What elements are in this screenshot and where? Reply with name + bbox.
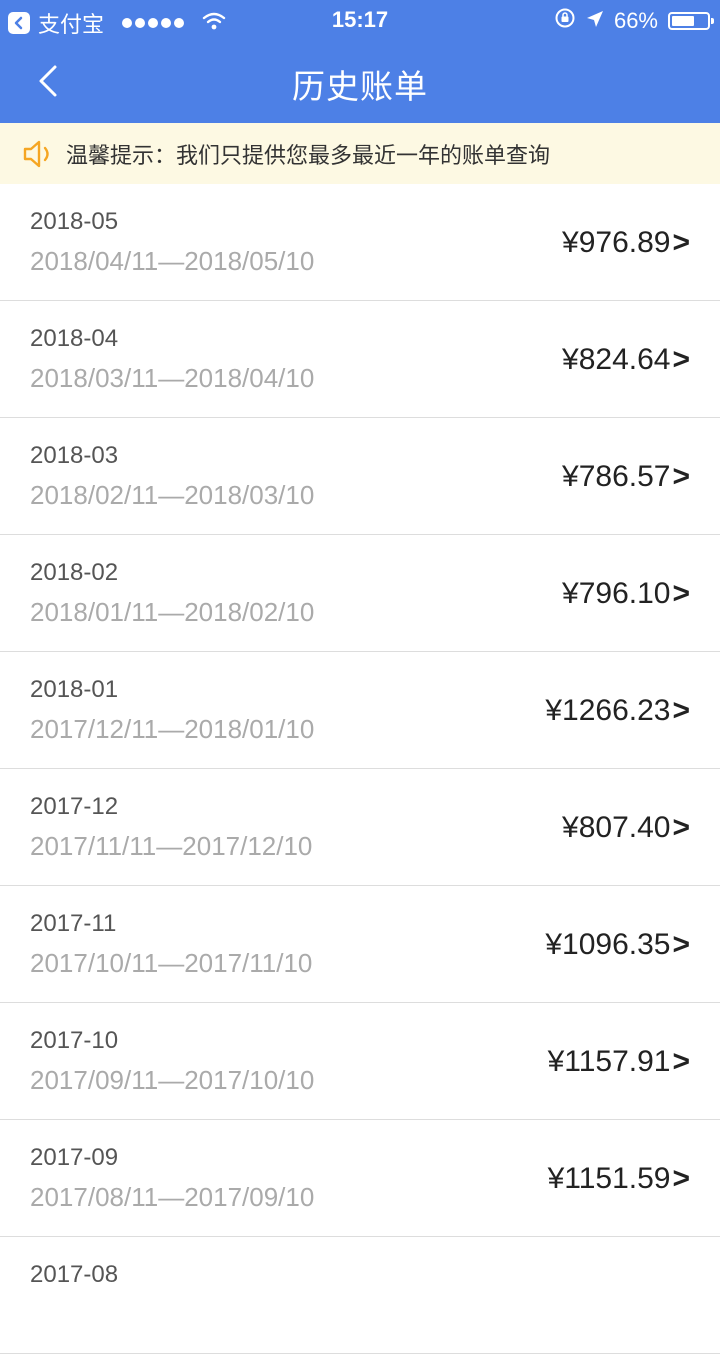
bill-month: 2018-01 <box>30 676 119 703</box>
bill-row[interactable]: 2018-03 2018/02/11—2018/03/10 ¥786.57 > <box>0 418 720 535</box>
bill-amount: ¥976.89 <box>562 226 671 259</box>
bill-row[interactable]: 2017-08 <box>0 1237 720 1354</box>
bill-row[interactable]: 2017-09 2017/08/11—2017/09/10 ¥1151.59 > <box>0 1120 720 1237</box>
chevron-right-icon: > <box>672 226 690 259</box>
bill-amount: ¥1157.91 <box>547 1045 671 1078</box>
bill-period: 2017/12/11—2018/01/10 <box>30 714 315 744</box>
status-bar: 支付宝 15:17 66% <box>0 0 720 40</box>
bill-month: 2017-11 <box>30 910 117 937</box>
bill-period: 2018/03/11—2018/04/10 <box>30 363 315 393</box>
bill-month: 2017-12 <box>30 793 119 820</box>
notice-banner: 温馨提示：我们只提供您最多最近一年的账单查询 <box>0 123 720 184</box>
bill-month: 2018-02 <box>30 559 119 586</box>
bill-list: 2018-05 2018/04/11—2018/05/10 ¥976.89 > … <box>0 184 720 1354</box>
chevron-right-icon: > <box>672 928 690 961</box>
status-right: 66% <box>554 7 714 35</box>
bill-amount: ¥1151.59 <box>547 1162 671 1195</box>
chevron-right-icon: > <box>672 460 690 493</box>
chevron-right-icon: > <box>672 1162 690 1195</box>
bill-amount-group: ¥807.40 > <box>562 811 690 845</box>
bill-amount-group: ¥1266.23 > <box>545 694 690 728</box>
bill-row[interactable]: 2018-02 2018/01/11—2018/02/10 ¥796.10 > <box>0 535 720 652</box>
chevron-right-icon: > <box>672 694 690 727</box>
speaker-icon <box>22 137 56 171</box>
bill-row[interactable]: 2018-04 2018/03/11—2018/04/10 ¥824.64 > <box>0 301 720 418</box>
chevron-right-icon: > <box>672 811 690 844</box>
notice-text: 温馨提示：我们只提供您最多最近一年的账单查询 <box>66 142 551 168</box>
bill-amount: ¥796.10 <box>562 577 671 610</box>
bill-amount-group: ¥1151.59 > <box>548 1162 690 1196</box>
bill-amount: ¥807.40 <box>562 811 671 844</box>
app-header: 支付宝 15:17 66% 历史账单 <box>0 0 720 123</box>
bill-period: 2017/11/11—2017/12/10 <box>30 831 313 861</box>
location-arrow-icon <box>586 8 604 34</box>
bill-period: 2018/01/11—2018/02/10 <box>30 597 315 627</box>
bill-amount: ¥786.57 <box>562 460 671 493</box>
bill-amount-group: ¥1157.91 > <box>548 1045 690 1079</box>
bill-amount-group: ¥1096.35 > <box>545 928 690 962</box>
bill-period: 2017/09/11—2017/10/10 <box>30 1065 315 1095</box>
rotation-lock-icon <box>554 7 576 35</box>
bill-amount: ¥1096.35 <box>545 928 671 961</box>
bill-month: 2018-05 <box>30 208 119 235</box>
bill-row[interactable]: 2017-10 2017/09/11—2017/10/10 ¥1157.91 > <box>0 1003 720 1120</box>
bill-period: 2018/04/11—2018/05/10 <box>30 246 315 276</box>
chevron-right-icon: > <box>672 577 690 610</box>
bill-row[interactable]: 2018-05 2018/04/11—2018/05/10 ¥976.89 > <box>0 184 720 301</box>
bill-amount-group: ¥786.57 > <box>562 460 690 494</box>
bill-period: 2017/10/11—2017/11/10 <box>30 948 313 978</box>
chevron-right-icon: > <box>672 1045 690 1078</box>
bill-row[interactable]: 2018-01 2017/12/11—2018/01/10 ¥1266.23 > <box>0 652 720 769</box>
bill-row[interactable]: 2017-11 2017/10/11—2017/11/10 ¥1096.35 > <box>0 886 720 1003</box>
nav-bar: 历史账单 <box>0 40 720 123</box>
bill-month: 2018-04 <box>30 325 119 352</box>
chevron-right-icon: > <box>672 343 690 376</box>
bill-period: 2017/08/11—2017/09/10 <box>30 1182 315 1212</box>
page-title: 历史账单 <box>292 68 428 105</box>
bill-amount: ¥1266.23 <box>545 694 671 727</box>
bill-month: 2017-09 <box>30 1144 119 1171</box>
bill-amount-group: ¥796.10 > <box>562 577 690 611</box>
bill-amount-group: ¥976.89 > <box>562 226 690 260</box>
battery-icon <box>668 12 714 30</box>
battery-percent: 66% <box>613 8 658 33</box>
bill-month: 2017-10 <box>30 1027 119 1054</box>
bill-amount-group: ¥824.64 > <box>562 343 690 377</box>
bill-row[interactable]: 2017-12 2017/11/11—2017/12/10 ¥807.40 > <box>0 769 720 886</box>
bill-month: 2017-08 <box>30 1261 119 1288</box>
bill-period: 2018/02/11—2018/03/10 <box>30 480 315 510</box>
bill-amount: ¥824.64 <box>562 343 671 376</box>
bill-month: 2018-03 <box>30 442 119 469</box>
